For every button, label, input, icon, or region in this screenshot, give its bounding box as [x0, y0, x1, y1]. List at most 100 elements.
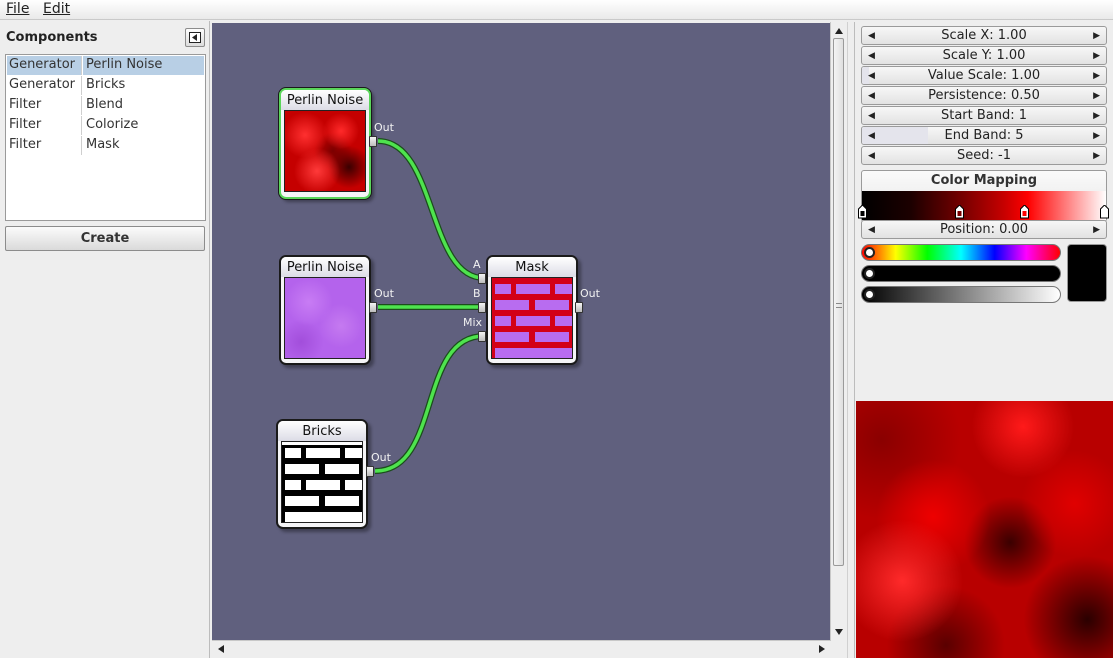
node-perlin-noise-2[interactable]: Perlin Noise [279, 255, 371, 365]
param-label: End Band: 5 [944, 128, 1024, 143]
param-value-scale[interactable]: ◀ Value Scale: 1.00 ▶ [861, 66, 1107, 85]
param-position[interactable]: ◀ Position: 0.00 ▶ [861, 220, 1107, 239]
color-mapping-editor: Color Mapping [858, 170, 1109, 222]
vertical-scrollbar[interactable] [830, 22, 846, 641]
brightness-slider[interactable] [861, 286, 1061, 303]
mask-thumbnail [491, 277, 573, 359]
input-port-a[interactable] [478, 273, 486, 284]
hue-slider[interactable] [861, 244, 1061, 261]
decrease-arrow-icon[interactable]: ◀ [868, 107, 875, 125]
vertical-scroll-thumb[interactable] [833, 38, 844, 566]
table-row[interactable]: Filter Mask [7, 136, 204, 155]
scroll-up-icon[interactable] [832, 24, 846, 38]
scroll-left-icon[interactable] [214, 642, 228, 656]
decrease-arrow-icon[interactable]: ◀ [868, 47, 875, 65]
bricks-thumbnail [281, 441, 363, 523]
brightness-slider-knob[interactable] [864, 289, 875, 300]
bricks-pattern-icon [282, 442, 362, 522]
port-label-b: B [473, 287, 481, 300]
table-row[interactable]: Filter Blend [7, 96, 204, 115]
node-bricks[interactable]: Bricks [276, 419, 368, 529]
perlin-purple-thumbnail [284, 277, 366, 359]
input-port-mix[interactable] [478, 331, 486, 342]
scroll-down-icon[interactable] [832, 625, 846, 639]
param-end-band[interactable]: ◀ End Band: 5 ▶ [861, 126, 1107, 145]
color-mapping-title: Color Mapping [930, 173, 1038, 188]
increase-arrow-icon[interactable]: ▶ [1093, 87, 1100, 105]
port-label-a: A [473, 258, 481, 271]
node-mask[interactable]: Mask [486, 255, 578, 365]
collapse-panel-button[interactable] [185, 28, 205, 47]
param-start-band[interactable]: ◀ Start Band: 1 ▶ [861, 106, 1107, 125]
decrease-arrow-icon[interactable]: ◀ [868, 221, 875, 239]
color-gradient-bar[interactable] [862, 191, 1106, 220]
param-label: Position: 0.00 [939, 222, 1029, 237]
param-scale-x[interactable]: ◀ Scale X: 1.00 ▶ [861, 26, 1107, 45]
decrease-arrow-icon[interactable]: ◀ [868, 67, 875, 85]
menu-file-label: File [6, 1, 30, 17]
table-row[interactable]: Generator Perlin Noise [7, 56, 204, 75]
component-name: Blend [86, 97, 124, 112]
node-perlin-noise-1[interactable]: Perlin Noise [279, 88, 371, 199]
increase-arrow-icon[interactable]: ▶ [1093, 47, 1100, 65]
gradient-stop-marker[interactable] [1020, 205, 1029, 219]
create-button[interactable]: Create [5, 226, 205, 251]
node-graph-canvas[interactable]: Perlin Noise Out Perlin Noise Out Bricks [212, 23, 830, 640]
gradient-stop-marker[interactable] [858, 205, 867, 219]
param-label: Scale X: 1.00 [941, 28, 1027, 43]
param-label: Start Band: 1 [940, 108, 1028, 123]
output-port[interactable] [366, 466, 374, 477]
menu-file[interactable]: File [6, 1, 29, 17]
component-name: Perlin Noise [83, 56, 204, 75]
menu-edit-label: Edit [43, 1, 71, 17]
output-port[interactable] [369, 136, 377, 147]
port-label-mix: Mix [463, 316, 483, 329]
increase-arrow-icon[interactable]: ▶ [1093, 107, 1100, 125]
components-title: Components [6, 30, 98, 45]
increase-arrow-icon[interactable]: ▶ [1093, 221, 1100, 239]
scroll-right-icon[interactable] [815, 642, 829, 656]
node-title: Bricks [278, 421, 366, 441]
param-scale-y[interactable]: ◀ Scale Y: 1.00 ▶ [861, 46, 1107, 65]
decrease-arrow-icon[interactable]: ◀ [868, 147, 875, 165]
node-title: Perlin Noise [281, 257, 369, 277]
component-category: Filter [7, 136, 82, 155]
decrease-arrow-icon[interactable]: ◀ [868, 87, 875, 105]
increase-arrow-icon[interactable]: ▶ [1093, 67, 1100, 85]
component-category: Filter [7, 96, 82, 115]
connection-wire [374, 334, 485, 473]
gradient-stop-marker[interactable] [955, 205, 964, 219]
port-label-out: Out [374, 121, 394, 134]
menu-edit[interactable]: Edit [43, 1, 70, 17]
increase-arrow-icon[interactable]: ▶ [1093, 127, 1100, 145]
connection-wire [377, 139, 485, 280]
selected-color-swatch [1067, 244, 1107, 302]
table-row[interactable]: Filter Colorize [7, 116, 204, 135]
table-row[interactable]: Generator Bricks [7, 76, 204, 95]
menu-bar: File Edit [0, 0, 1113, 20]
perlin-red-thumbnail [284, 110, 366, 192]
decrease-arrow-icon[interactable]: ◀ [868, 27, 875, 45]
component-name: Bricks [86, 77, 126, 92]
decrease-arrow-icon[interactable]: ◀ [868, 127, 875, 145]
component-category: Filter [7, 116, 82, 135]
output-port[interactable] [369, 302, 377, 313]
param-seed[interactable]: ◀ Seed: -1 ▶ [861, 146, 1107, 165]
param-persistence[interactable]: ◀ Persistence: 0.50 ▶ [861, 86, 1107, 105]
component-name: Mask [86, 137, 120, 152]
texture-preview [856, 401, 1113, 658]
param-label: Seed: -1 [957, 148, 1011, 163]
mask-bricks-pattern [492, 278, 572, 358]
output-port[interactable] [575, 302, 583, 313]
increase-arrow-icon[interactable]: ▶ [1093, 27, 1100, 45]
collapse-left-icon [189, 32, 201, 43]
panel-splitter[interactable] [847, 22, 855, 658]
properties-panel: ◀ Scale X: 1.00 ▶ ◀ Scale Y: 1.00 ▶ ◀ Va… [856, 22, 1113, 658]
saturation-slider[interactable] [861, 265, 1061, 282]
horizontal-scrollbar[interactable] [212, 640, 830, 656]
increase-arrow-icon[interactable]: ▶ [1093, 147, 1100, 165]
hue-slider-knob[interactable] [864, 247, 875, 258]
gradient-stop-marker[interactable] [1100, 205, 1109, 219]
input-port-b[interactable] [478, 302, 486, 313]
saturation-slider-knob[interactable] [864, 268, 875, 279]
